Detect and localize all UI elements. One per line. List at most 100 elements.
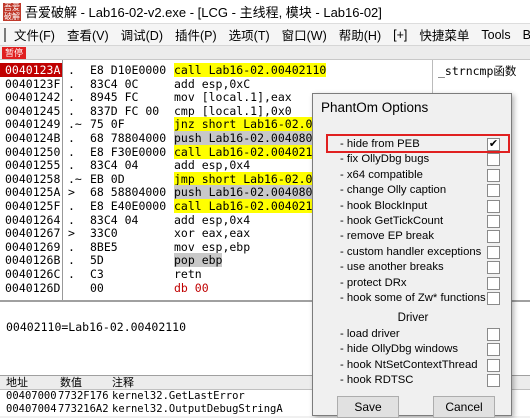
header-address[interactable]: 地址 xyxy=(6,376,28,390)
branch-marker: > xyxy=(68,185,75,200)
branch-marker: . xyxy=(68,158,75,173)
menu-debug[interactable]: 调试(D) xyxy=(115,25,169,44)
menu-options[interactable]: 选项(T) xyxy=(223,25,276,44)
instruction-address: 00401258 xyxy=(5,171,61,186)
option-checkbox[interactable]: ✔ xyxy=(487,138,500,151)
instruction-address: 00401267 xyxy=(5,226,61,241)
opcode-bytes: 837D FC 00 xyxy=(90,103,160,118)
toolbar: 暂停 xyxy=(0,46,530,60)
option-label: - use another breaks xyxy=(340,261,444,274)
opcode-bytes: 75 0F xyxy=(90,117,125,132)
menu-window[interactable]: 窗口(W) xyxy=(276,25,333,44)
option-label: - remove EP break xyxy=(340,230,434,243)
dump-address: 00407000 xyxy=(6,390,57,402)
option-label: - load driver xyxy=(340,328,400,340)
menu-breakpoint[interactable]: BreakPoint xyxy=(517,28,530,42)
save-button[interactable]: Save xyxy=(337,396,399,418)
system-menu-icon[interactable] xyxy=(4,27,6,42)
info-text: 00402110=Lab16-02.00402110 xyxy=(6,320,187,334)
option-checkbox[interactable] xyxy=(487,215,500,228)
option-checkbox[interactable] xyxy=(487,184,500,198)
option-checkbox[interactable] xyxy=(487,245,500,259)
opcode-bytes: 83C4 04 xyxy=(90,212,139,227)
branch-marker: . xyxy=(68,253,75,268)
branch-marker: . xyxy=(68,144,75,159)
option-checkbox[interactable] xyxy=(487,358,500,372)
driver-section-label: Driver xyxy=(397,312,429,324)
option-label: - hide from PEB xyxy=(340,138,420,150)
option-checkbox[interactable] xyxy=(487,230,500,244)
option-checkbox[interactable] xyxy=(487,292,500,305)
instruction-address: 0040126D xyxy=(5,280,61,295)
instruction-address: 0040123F xyxy=(5,76,61,91)
option-label: - protect DRx xyxy=(340,276,407,289)
menu-help[interactable]: 帮助(H) xyxy=(333,25,387,44)
menu-shortcut[interactable]: 快捷菜单 xyxy=(413,25,475,44)
option-label: - hide OllyDbg windows xyxy=(340,343,459,356)
option-label: - hook RDTSC xyxy=(340,374,414,387)
instruction-address: 00401242 xyxy=(5,90,61,105)
option-checkbox[interactable] xyxy=(487,374,500,388)
instruction-address: 00401250 xyxy=(5,144,61,159)
option-label: - hook BlockInput xyxy=(340,199,428,212)
menu-view[interactable]: 查看(V) xyxy=(61,25,115,44)
dump-comment: kernel32.OutputDebugStringA xyxy=(112,403,283,415)
instruction-address: 0040126B xyxy=(5,253,61,268)
opcode-bytes: 68 78804000 xyxy=(90,131,167,145)
branch-marker: .~ xyxy=(68,117,82,132)
instruction-address: 0040125F xyxy=(5,199,61,213)
instruction-text: call Lab16-02.00402148 xyxy=(174,144,327,159)
instruction-address: 0040125A xyxy=(5,185,61,200)
instruction-text: call Lab16-02.00402110 xyxy=(174,63,327,77)
option-checkbox[interactable] xyxy=(487,168,500,182)
dump-address: 00407004 xyxy=(6,403,57,415)
instruction-address: 00401269 xyxy=(5,239,61,254)
menu-plugins[interactable]: 插件(P) xyxy=(169,25,223,44)
instruction-text: push Lab16-02.00408058 xyxy=(174,185,327,200)
header-comment[interactable]: 注释 xyxy=(112,376,134,390)
branch-marker: .~ xyxy=(68,171,82,186)
menu-tools[interactable]: Tools xyxy=(475,28,516,42)
opcode-bytes: 33C0 xyxy=(90,226,118,241)
opcode-bytes: E8 D10E0000 xyxy=(90,63,167,77)
disasm-row[interactable]: 0040123A. E8 D10E0000 call Lab16-02.004021… xyxy=(0,63,530,77)
branch-marker: . xyxy=(68,63,75,77)
branch-marker: . xyxy=(68,199,75,213)
option-label: - hook some of Zw* functions xyxy=(340,292,486,304)
opcode-bytes: 8945 FC xyxy=(90,90,139,105)
menu-plus[interactable]: [+] xyxy=(387,28,413,42)
option-label: - fix OllyDbg bugs xyxy=(340,153,430,166)
option-checkbox[interactable] xyxy=(487,276,500,290)
cancel-button[interactable]: Cancel xyxy=(433,396,495,418)
option-label: - x64 compatible xyxy=(340,168,423,181)
opcode-bytes: 83C4 04 xyxy=(90,158,139,173)
opcode-bytes: 00 xyxy=(90,280,104,295)
phantom-options-dialog: PhantOm Options - hide from PEB ✔ - fix Ol… xyxy=(312,93,512,418)
menu-file[interactable]: 文件(F) xyxy=(8,25,61,44)
header-value[interactable]: 数值 xyxy=(60,376,82,390)
option-checkbox[interactable] xyxy=(487,153,500,167)
option-checkbox[interactable] xyxy=(487,343,500,357)
instruction-text: add esp,0xC xyxy=(174,76,251,91)
option-checkbox[interactable] xyxy=(487,328,500,341)
pause-status-badge: 暂停 xyxy=(2,46,27,59)
option-label: - hook GetTickCount xyxy=(340,215,444,227)
option-checkbox[interactable] xyxy=(487,199,500,213)
opcode-bytes: E8 E40E0000 xyxy=(90,199,167,213)
instruction-text: retn xyxy=(174,267,202,281)
disasm-row[interactable]: 0040123F. 83C4 0C add esp,0xC xyxy=(0,77,530,91)
opcode-bytes: EB 0D xyxy=(90,171,125,186)
branch-marker: . xyxy=(68,103,75,118)
branch-marker: . xyxy=(68,76,75,91)
dump-comment: kernel32.GetLastError xyxy=(112,390,245,402)
option-checkbox[interactable] xyxy=(487,261,500,275)
option-label: - hook NtSetContextThread xyxy=(340,358,478,371)
branch-marker: > xyxy=(68,226,75,241)
opcode-bytes: 5D xyxy=(90,253,104,268)
instruction-text: xor eax,eax xyxy=(174,226,251,241)
branch-marker: . xyxy=(68,90,75,105)
instruction-address: 0040126C xyxy=(5,267,61,281)
branch-marker: . xyxy=(68,131,75,145)
instruction-text: cmp [local.1],0x0 xyxy=(174,103,292,118)
instruction-text: db 00 xyxy=(174,280,209,295)
